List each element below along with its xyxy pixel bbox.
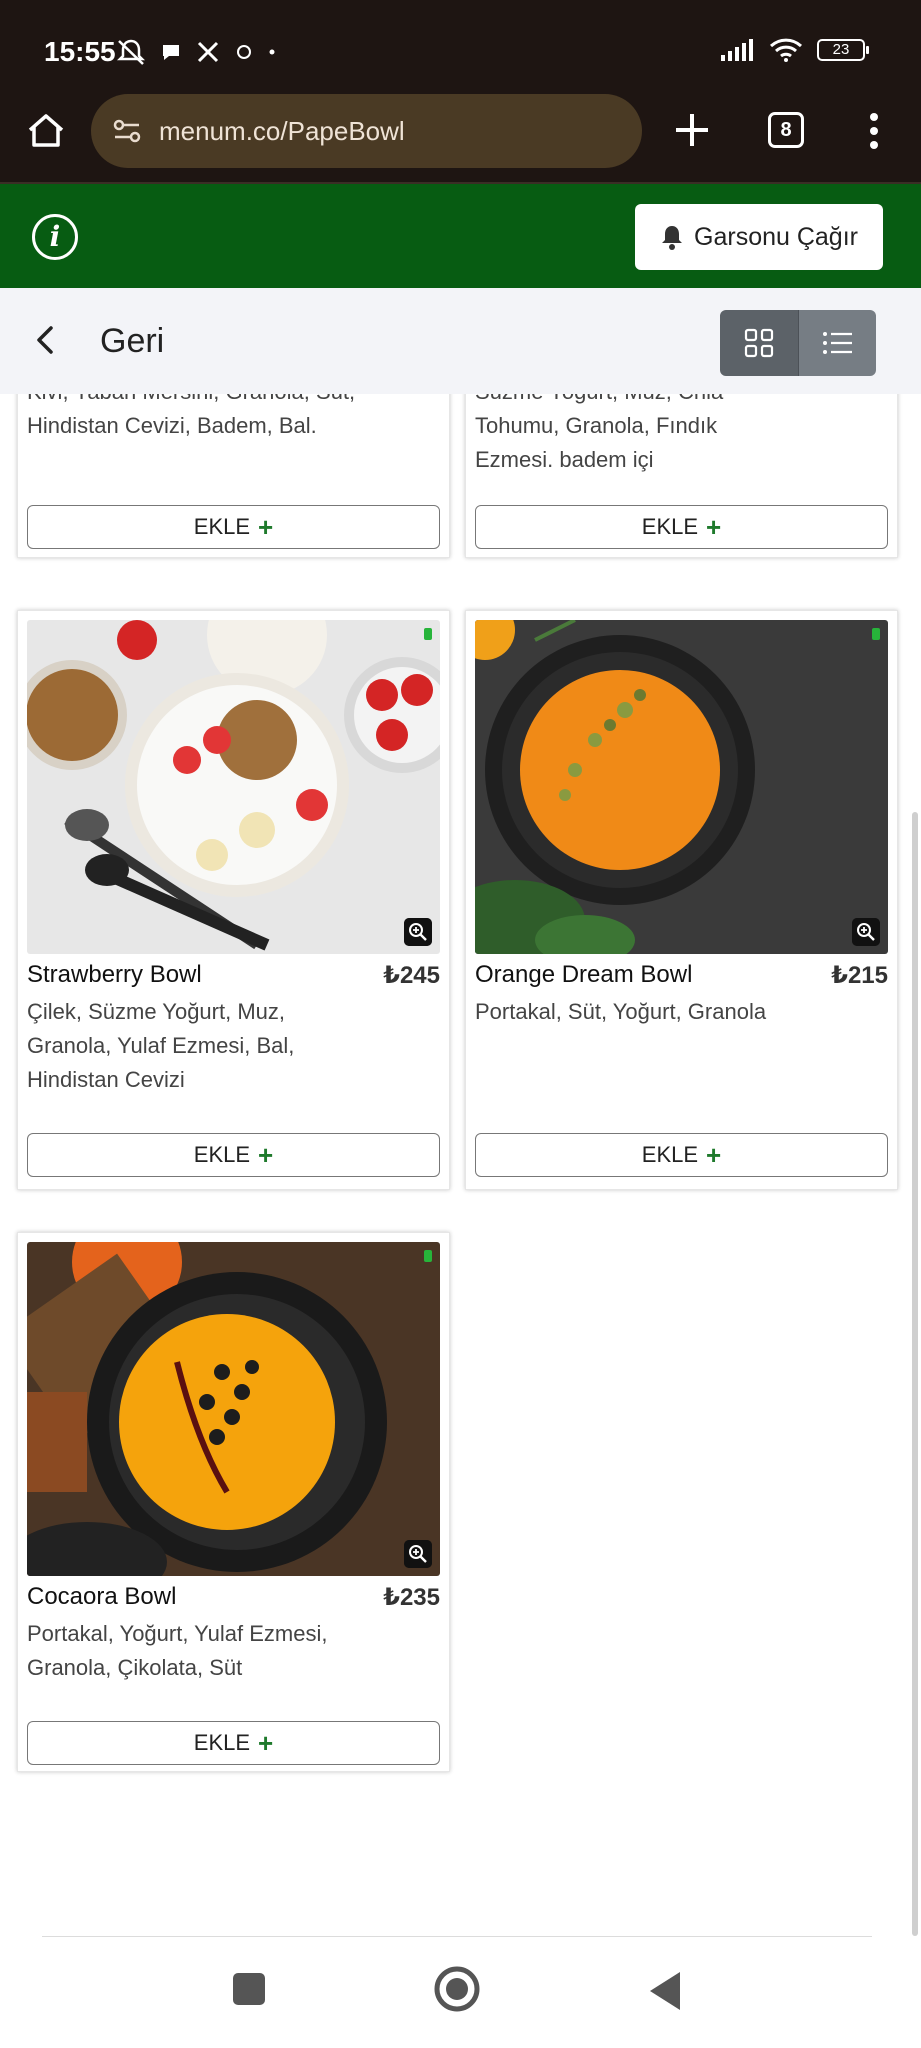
recents-icon[interactable] xyxy=(230,1970,268,2008)
url-text: menum.co/PapeBowl xyxy=(159,115,405,146)
product-price: ₺245 xyxy=(383,962,440,989)
more-options-icon[interactable] xyxy=(868,112,880,150)
view-toggle xyxy=(720,310,876,376)
add-button[interactable]: EKLE + xyxy=(27,1133,440,1177)
grid-icon xyxy=(744,328,774,358)
tab-switcher-button[interactable]: 8 xyxy=(768,112,804,148)
product-name: Orange Dream Bowl xyxy=(475,961,693,988)
product-name: Strawberry Bowl xyxy=(27,961,202,988)
product-description: Portakal, Süt, Yoğurt, Granola xyxy=(475,999,767,1024)
new-tab-icon[interactable] xyxy=(672,110,712,150)
chat-icon xyxy=(163,45,179,60)
zoom-icon[interactable] xyxy=(404,918,432,946)
site-settings-icon[interactable] xyxy=(107,111,147,151)
product-card: Süzme Yoğurt, Muz, Chia Tohumu, Granola,… xyxy=(465,394,898,558)
battery-icon: 23 xyxy=(817,39,869,61)
product-grid: Kivi, Yaban Mersini, Granola, Süt, Hindi… xyxy=(0,394,921,1936)
status-time: 15:55 xyxy=(44,36,116,67)
grid-view-button[interactable] xyxy=(720,310,798,376)
zoom-icon[interactable] xyxy=(404,1540,432,1568)
category-nav-bar: Geri xyxy=(0,288,921,394)
product-price: ₺235 xyxy=(383,1584,440,1611)
veg-indicator xyxy=(424,628,432,640)
product-image[interactable] xyxy=(27,620,440,954)
wifi-icon xyxy=(769,38,803,62)
bell-icon xyxy=(662,226,683,250)
muted-bell-icon xyxy=(116,39,146,65)
cocaora-bowl-photo xyxy=(27,1242,440,1576)
product-description: Kivi, Yaban Mersini, Granola, Süt, Hindi… xyxy=(27,394,355,438)
dot-icon xyxy=(269,49,275,55)
product-price: ₺215 xyxy=(831,962,888,989)
orange-dream-bowl-photo xyxy=(475,620,888,954)
address-bar[interactable]: menum.co/PapeBowl xyxy=(91,94,642,168)
product-description: Portakal, Yoğurt, Yulaf Ezmesi, Granola,… xyxy=(27,1621,328,1680)
product-image[interactable] xyxy=(27,1242,440,1576)
add-button[interactable]: EKLE + xyxy=(475,1133,888,1177)
zoom-icon[interactable] xyxy=(852,918,880,946)
strawberry-bowl-photo xyxy=(27,620,440,954)
call-waiter-label: Garsonu Çağır xyxy=(694,222,858,251)
product-card: Kivi, Yaban Mersini, Granola, Süt, Hindi… xyxy=(17,394,450,558)
product-description: Süzme Yoğurt, Muz, Chia Tohumu, Granola,… xyxy=(475,394,723,472)
add-button[interactable]: EKLE + xyxy=(27,1721,440,1765)
product-card: Orange Dream Bowl ₺215 Portakal, Süt, Yo… xyxy=(465,610,898,1190)
signal-icon xyxy=(721,39,753,61)
x-logo-icon xyxy=(197,41,219,63)
system-navigation-bar xyxy=(0,1938,921,2048)
list-view-button[interactable] xyxy=(798,310,876,376)
home-circle-icon[interactable] xyxy=(432,1964,482,2014)
back-triangle-icon[interactable] xyxy=(646,1970,684,2012)
veg-indicator xyxy=(872,628,880,640)
sync-icon xyxy=(237,45,251,59)
product-image[interactable] xyxy=(475,620,888,954)
product-description: Çilek, Süzme Yoğurt, Muz, Granola, Yulaf… xyxy=(27,999,295,1092)
back-label[interactable]: Geri xyxy=(100,322,164,361)
product-card: Cocaora Bowl ₺235 Portakal, Yoğurt, Yula… xyxy=(17,1232,450,1772)
divider xyxy=(42,1936,872,1937)
info-icon[interactable]: i xyxy=(32,214,78,260)
back-arrow-icon[interactable] xyxy=(30,324,62,356)
add-button[interactable]: EKLE + xyxy=(475,505,888,549)
product-card: Strawberry Bowl ₺245 Çilek, Süzme Yoğurt… xyxy=(17,610,450,1190)
home-icon[interactable] xyxy=(24,108,68,152)
browser-toolbar: menum.co/PapeBowl 8 xyxy=(0,82,921,184)
scrollbar[interactable] xyxy=(912,812,918,1936)
add-button[interactable]: EKLE + xyxy=(27,505,440,549)
system-icons: 23 xyxy=(721,38,869,62)
list-icon xyxy=(822,332,852,354)
call-waiter-button[interactable]: Garsonu Çağır xyxy=(635,204,883,270)
veg-indicator xyxy=(424,1250,432,1262)
product-name: Cocaora Bowl xyxy=(27,1583,177,1610)
notification-icons xyxy=(116,38,276,66)
status-bar: 15:55 23 xyxy=(0,0,921,82)
